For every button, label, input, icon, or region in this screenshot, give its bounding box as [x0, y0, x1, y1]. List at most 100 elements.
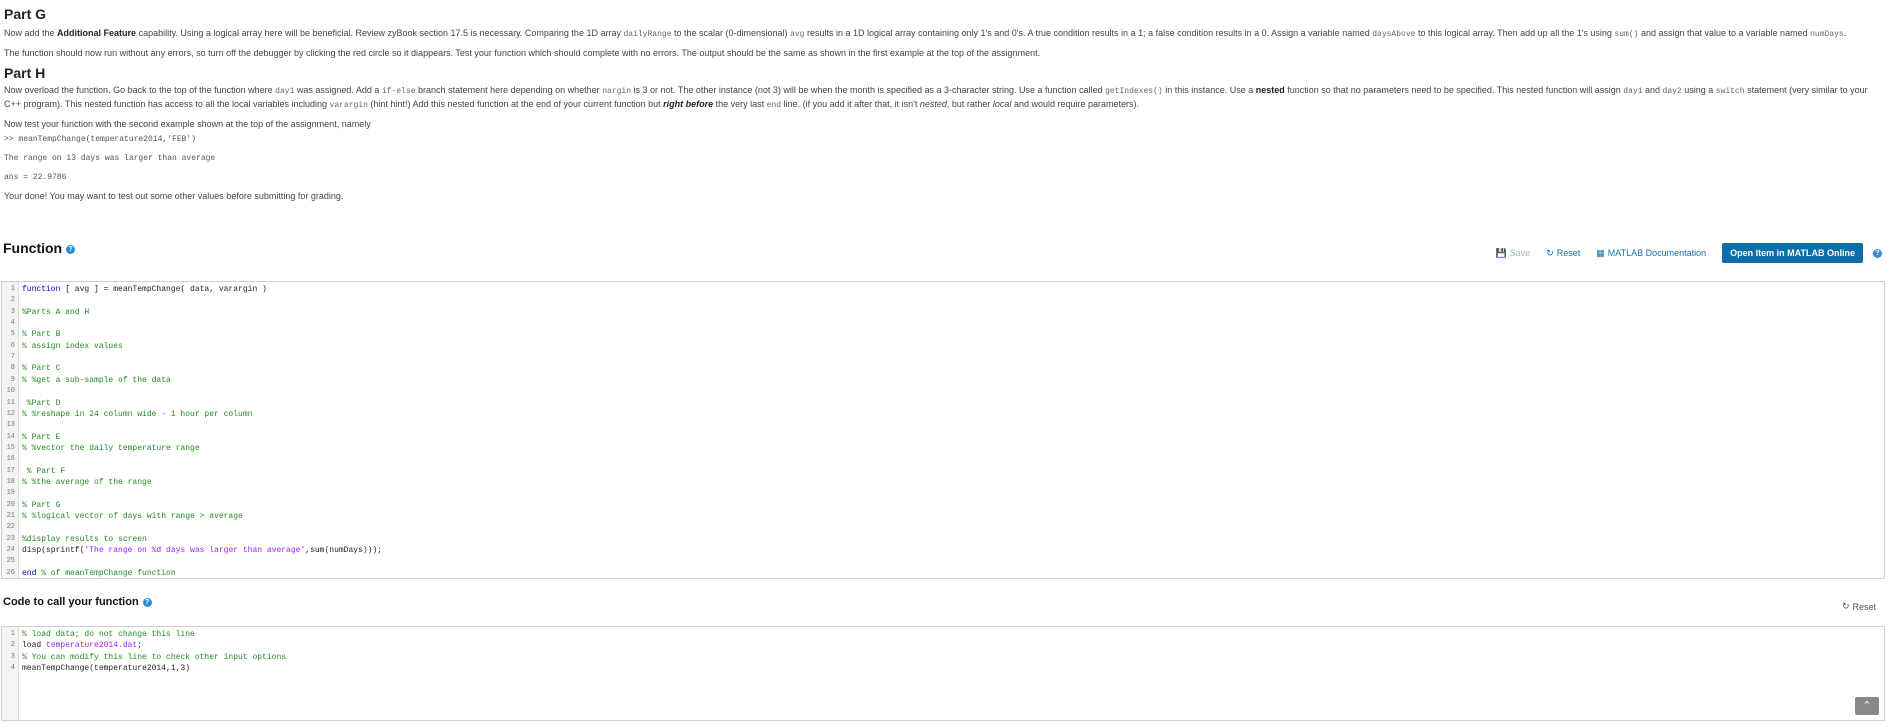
line-number: 21: [6, 512, 15, 520]
part-h-paragraph-1: Now overload the function. Go back to th…: [4, 84, 1882, 112]
text: line. (if you add it after that, it isn'…: [781, 99, 920, 109]
code-line: % %vector the daily temperature range: [22, 443, 200, 453]
save-button[interactable]: 💾 Save: [1495, 248, 1530, 259]
text: to this logical array. Then add up all t…: [1415, 28, 1615, 38]
text: .: [1843, 28, 1847, 38]
line-number: 3: [10, 307, 15, 316]
code-line: function [ avg ] = meanTempChange( data,…: [22, 285, 267, 294]
chevron-up-icon[interactable]: ⌃: [1855, 697, 1879, 715]
call-code-editor[interactable]: 1 2 3 4 ⌃ % load data; do not change this l…: [1, 626, 1885, 721]
help-icon[interactable]: ?: [66, 244, 76, 254]
line-number-gutter: 1 2 3 4 5 6 7 8 9 10 11 12 13 14 15 16 17 18 19 20 21 22 23 24 2…: [2, 282, 19, 578]
call-reset-button[interactable]: ↻ Reset: [1842, 601, 1876, 612]
help-icon[interactable]: ?: [142, 597, 152, 607]
inline-code: avg: [790, 30, 805, 39]
example-command: >> meanTempChange(temperature2014,'FEB'): [4, 135, 197, 144]
code-line: disp(sprintf('The range on %d days was l…: [22, 546, 383, 556]
line-number: 24: [6, 546, 15, 555]
function-toolbar: 💾 Save ↻ Reset ▦ MATLAB Documentation Open …: [1495, 243, 1882, 263]
line-number: 8: [10, 364, 15, 373]
inline-code: nargin: [602, 87, 631, 96]
code-line: % %get a sub-sample of the data: [22, 375, 171, 385]
code-line: % Part B: [22, 330, 61, 340]
code-line: %Part D: [22, 398, 61, 408]
text: , but rather: [946, 99, 993, 109]
line-number: 16: [6, 455, 15, 464]
inline-code: day1: [275, 87, 295, 96]
italic-text: nested: [919, 99, 947, 109]
text: Now overload the function. Go back to th…: [4, 85, 276, 95]
line-number: 1: [10, 285, 15, 293]
line-number: 11: [6, 398, 15, 407]
line-number: 2: [10, 296, 15, 305]
inline-code: varargin: [329, 101, 368, 110]
bold-italic-text: right before: [663, 99, 714, 109]
inline-code: getIndexes(): [1105, 87, 1163, 96]
reset-icon: ↻: [1841, 601, 1850, 611]
inline-code: if-else: [381, 87, 416, 96]
line-number: 20: [6, 500, 15, 509]
part-h: Part H Now overload the function. Go bac…: [4, 65, 1882, 131]
text: branch statement here depending on wheth…: [415, 85, 603, 95]
inline-code: day2: [1662, 87, 1682, 96]
text: capability. Using a logical array here w…: [136, 28, 624, 38]
save-label: Save: [1509, 248, 1531, 258]
code-line: end % of meanTempChange function: [22, 568, 176, 578]
text: (hint hint!) Add this nested function at…: [367, 99, 664, 109]
call-reset-label: Reset: [1852, 601, 1876, 612]
text: Now add the: [4, 28, 58, 38]
part-g: Part G Now add the Additional Feature ca…: [4, 6, 1882, 60]
inline-code: dailyRange: [623, 30, 672, 39]
line-number: 17: [6, 466, 15, 475]
function-code-editor[interactable]: 1 2 3 4 5 6 7 8 9 10 11 12 13 14 15 16 17 18 19 20 21 22 23 24 2…: [1, 281, 1885, 579]
inline-code: sum(): [1614, 30, 1639, 39]
code-line: % Part C: [22, 364, 61, 374]
line-number: 18: [6, 477, 15, 486]
line-number: 6: [10, 341, 15, 350]
help-icon[interactable]: ?: [1873, 248, 1882, 258]
line-number: 25: [6, 557, 15, 566]
code-line: % assign index values: [22, 341, 123, 351]
inline-code: daysAbove: [1372, 30, 1416, 39]
line-number: 12: [6, 409, 15, 418]
part-h-paragraph-2: Now test your function with the second e…: [4, 119, 371, 129]
open-in-matlab-online-button[interactable]: Open Item in MATLAB Online: [1722, 243, 1863, 263]
text: and: [1642, 85, 1663, 95]
part-g-paragraph-1: Now add the Additional Feature capabilit…: [4, 27, 1882, 41]
code-line: % %the average of the range: [22, 477, 152, 487]
part-g-paragraph-2: The function should now run without any …: [4, 48, 1041, 58]
text: to the scalar (0-dimensional): [671, 28, 791, 38]
save-icon: 💾: [1495, 247, 1507, 258]
part-g-title: Part G: [4, 6, 47, 22]
matlab-documentation-link[interactable]: ▦ MATLAB Documentation: [1596, 248, 1706, 259]
code-line: % You can modify this line to check othe…: [22, 652, 287, 662]
bold-text: nested: [1255, 85, 1285, 95]
line-number: 23: [6, 534, 15, 543]
reset-button[interactable]: ↻ Reset: [1546, 248, 1580, 259]
inline-code: switch: [1715, 87, 1745, 96]
text: function so that no parameters need to b…: [1284, 85, 1624, 95]
call-section-title: Code to call your function?: [3, 596, 152, 608]
code-line: %Parts A and H: [22, 307, 90, 317]
example-answer: ans = 22.9786: [4, 173, 67, 182]
function-section-title: Function?: [3, 240, 76, 256]
inline-code: day1: [1623, 87, 1643, 96]
inline-code: end: [766, 101, 782, 110]
line-number: 4: [10, 319, 15, 328]
text: using a: [1681, 85, 1716, 95]
code-line: % Part E: [22, 432, 61, 442]
text: results in a 1D logical array containing…: [804, 28, 1373, 38]
line-number: 14: [6, 432, 15, 441]
text: was assigned. Add a: [294, 85, 382, 95]
line-number: 2: [10, 641, 15, 650]
code-line: meanTempChange(temperature2014,1,3): [22, 664, 191, 674]
line-number: 9: [10, 375, 15, 384]
line-number: 13: [6, 421, 15, 430]
code-line: load temperature2014.dat;: [22, 641, 143, 651]
line-number: 4: [10, 664, 15, 673]
bold-text: Additional Feature: [57, 28, 137, 38]
function-title-text: Function: [3, 240, 63, 256]
code-line: % %reshape in 24 column wide - 1 hour pe…: [22, 409, 253, 419]
part-h-title: Part H: [4, 65, 46, 81]
line-number: 22: [6, 523, 15, 532]
